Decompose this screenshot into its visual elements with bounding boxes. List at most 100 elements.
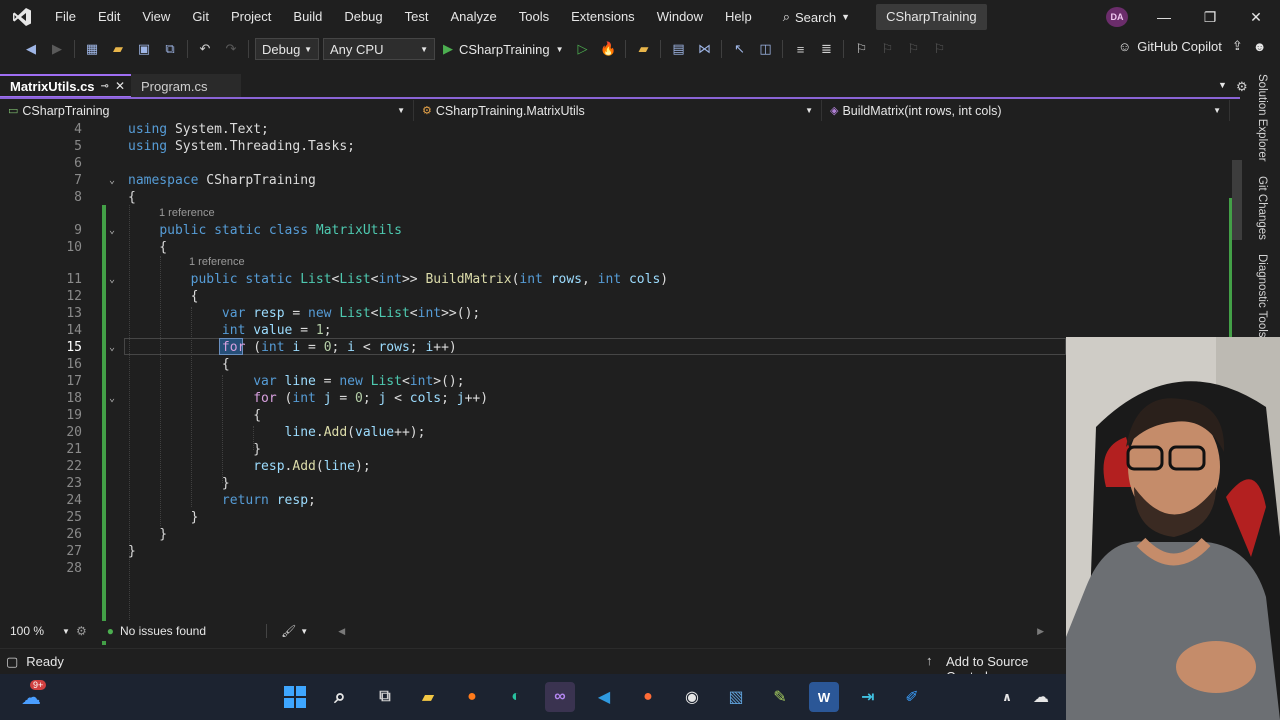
save-all-icon[interactable]: ⧉ bbox=[159, 38, 181, 60]
minimize-button[interactable]: — bbox=[1141, 0, 1187, 34]
solution-title[interactable]: CSharpTraining bbox=[876, 4, 987, 30]
member-dropdown[interactable]: ◈ BuildMatrix(int rows, int cols) ▼ bbox=[822, 100, 1230, 121]
solution-explorer-tab[interactable]: Solution Explorer bbox=[1256, 74, 1268, 162]
code-text[interactable]: public static List<List<int>> BuildMatri… bbox=[128, 271, 669, 288]
code-text[interactable]: { bbox=[128, 189, 136, 206]
code-text[interactable]: return resp; bbox=[128, 492, 316, 509]
new-project-icon[interactable]: ▦ bbox=[81, 38, 103, 60]
tab-matrixutils[interactable]: MatrixUtils.cs ⊸ ✕ bbox=[0, 74, 131, 98]
code-text[interactable]: for (int i = 0; i < rows; i++) bbox=[128, 339, 457, 356]
prev-bookmark-icon[interactable]: ⚐ bbox=[876, 38, 898, 60]
diagnostic-tools-tab[interactable]: Diagnostic Tools bbox=[1256, 254, 1268, 338]
code-line[interactable]: 11 ⌄ public static List<List<int>> BuildM… bbox=[0, 271, 1240, 288]
tab-overflow-icon[interactable]: ▼ bbox=[1218, 80, 1227, 90]
undo-icon[interactable]: ↶ bbox=[194, 38, 216, 60]
menu-file[interactable]: File bbox=[44, 0, 87, 34]
edge-icon[interactable]: ◐ bbox=[501, 682, 531, 712]
start-debugging-button[interactable]: ▶ CSharpTraining ▼ bbox=[437, 37, 569, 61]
next-bookmark-icon[interactable]: ⚐ bbox=[902, 38, 924, 60]
code-text[interactable]: } bbox=[128, 526, 167, 543]
open-folder-icon[interactable]: ▰ bbox=[107, 38, 129, 60]
code-text[interactable]: { bbox=[128, 356, 230, 373]
paint-icon[interactable]: ✐ bbox=[897, 682, 927, 712]
code-text[interactable]: public static class MatrixUtils bbox=[128, 222, 402, 239]
code-text[interactable]: var line = new List<int>(); bbox=[128, 373, 464, 390]
clear-bookmarks-icon[interactable]: ⚐ bbox=[928, 38, 950, 60]
firefox-icon[interactable]: ● bbox=[457, 682, 487, 712]
settings-gear-icon[interactable]: ⚙ bbox=[1236, 79, 1248, 95]
code-text[interactable]: for (int j = 0; j < cols; j++) bbox=[128, 390, 488, 407]
code-line[interactable]: 26 } bbox=[0, 526, 1240, 543]
code-line[interactable]: 9 ⌄ public static class MatrixUtils bbox=[0, 222, 1240, 239]
code-text[interactable]: { bbox=[128, 288, 199, 305]
menu-test[interactable]: Test bbox=[394, 0, 440, 34]
browse-folder-icon[interactable]: ▰ bbox=[632, 38, 654, 60]
codelens-class-references[interactable]: 1 reference bbox=[159, 207, 215, 219]
code-line[interactable]: 27} bbox=[0, 543, 1240, 560]
comment-icon[interactable]: ≡ bbox=[789, 38, 811, 60]
menu-analyze[interactable]: Analyze bbox=[439, 0, 507, 34]
close-window-button[interactable]: ✕ bbox=[1233, 0, 1279, 34]
code-line[interactable]: 21 } bbox=[0, 441, 1240, 458]
fold-toggle-icon[interactable]: ⌄ bbox=[109, 339, 119, 356]
notepad-plus-icon[interactable]: ✎ bbox=[765, 682, 795, 712]
code-text[interactable]: using System.Threading.Tasks; bbox=[128, 138, 355, 155]
fold-toggle-icon[interactable]: ⌄ bbox=[109, 390, 119, 407]
code-line[interactable]: 16 { bbox=[0, 356, 1240, 373]
azure-data-studio-icon[interactable]: ⇥ bbox=[853, 682, 883, 712]
code-line[interactable]: 18 ⌄ for (int j = 0; j < cols; j++) bbox=[0, 390, 1240, 407]
cleanup-brush-icon[interactable]: 🖌 bbox=[281, 624, 296, 638]
bookmark-icon[interactable]: ⚐ bbox=[850, 38, 872, 60]
github-desktop-icon[interactable]: ◉ bbox=[677, 682, 707, 712]
code-line[interactable]: 17 var line = new List<int>(); bbox=[0, 373, 1240, 390]
code-line[interactable]: 20 line.Add(value++); bbox=[0, 424, 1240, 441]
menu-window[interactable]: Window bbox=[646, 0, 714, 34]
code-text[interactable]: namespace CSharpTraining bbox=[128, 172, 316, 189]
code-line[interactable]: 14 int value = 1; bbox=[0, 322, 1240, 339]
menu-view[interactable]: View bbox=[131, 0, 181, 34]
restore-button[interactable]: ❐ bbox=[1187, 0, 1233, 34]
codelens-method-references[interactable]: 1 reference bbox=[189, 256, 245, 268]
navigate-back-icon[interactable]: ◀ bbox=[20, 38, 42, 60]
code-line[interactable]: 23 } bbox=[0, 475, 1240, 492]
redo-icon[interactable]: ↷ bbox=[220, 38, 242, 60]
type-dropdown[interactable]: ⚙ CSharpTraining.MatrixUtils ▼ bbox=[414, 100, 822, 121]
menu-edit[interactable]: Edit bbox=[87, 0, 131, 34]
vscode-icon[interactable]: ◀ bbox=[589, 682, 619, 712]
code-line[interactable]: 10 { bbox=[0, 239, 1240, 256]
layout-icon[interactable]: ▤ bbox=[667, 38, 689, 60]
code-text[interactable]: int value = 1; bbox=[128, 322, 332, 339]
visual-studio-logo-icon[interactable] bbox=[0, 0, 44, 34]
code-line[interactable]: 6 bbox=[0, 155, 1240, 172]
select-icon[interactable]: ↖ bbox=[728, 38, 750, 60]
code-text[interactable]: line.Add(value++); bbox=[128, 424, 426, 441]
code-line[interactable]: 12 { bbox=[0, 288, 1240, 305]
zoom-level[interactable]: 100 % bbox=[10, 624, 44, 638]
menu-debug[interactable]: Debug bbox=[333, 0, 393, 34]
fold-toggle-icon[interactable]: ⌄ bbox=[109, 172, 119, 189]
intellicode-icon[interactable]: ⚙ bbox=[76, 624, 87, 638]
code-line[interactable]: 8{ bbox=[0, 189, 1240, 206]
code-text[interactable]: { bbox=[128, 239, 167, 256]
hot-reload-icon[interactable]: 🔥 bbox=[597, 38, 619, 60]
code-line[interactable]: 15 ⌄ for (int i = 0; i < rows; i++) bbox=[0, 339, 1240, 356]
code-text[interactable]: } bbox=[128, 475, 230, 492]
fold-toggle-icon[interactable]: ⌄ bbox=[109, 271, 119, 288]
code-line[interactable]: 7 ⌄ namespace CSharpTraining bbox=[0, 172, 1240, 189]
code-text[interactable]: resp.Add(line); bbox=[128, 458, 370, 475]
issues-status[interactable]: No issues found bbox=[120, 624, 206, 638]
scroll-left-icon[interactable]: ◀ bbox=[338, 626, 345, 637]
project-dropdown[interactable]: ▭ CSharpTraining ▼ bbox=[0, 100, 414, 121]
output-window-icon[interactable]: ▢ bbox=[6, 654, 18, 670]
menu-extensions[interactable]: Extensions bbox=[560, 0, 646, 34]
save-icon[interactable]: ▣ bbox=[133, 38, 155, 60]
pin-icon[interactable]: ⊸ bbox=[101, 81, 109, 92]
task-view-icon[interactable]: ⧉ bbox=[370, 682, 400, 712]
remote-desktop-icon[interactable]: ▧ bbox=[721, 682, 751, 712]
git-changes-tab[interactable]: Git Changes bbox=[1256, 176, 1268, 240]
word-icon[interactable]: W bbox=[809, 682, 839, 712]
github-copilot-button[interactable]: ☺ GitHub Copilot ⇪ ☻ bbox=[1118, 38, 1266, 54]
code-text[interactable]: } bbox=[128, 509, 199, 526]
navigate-forward-icon[interactable]: ▶ bbox=[46, 38, 68, 60]
platform-select[interactable]: Any CPU ▼ bbox=[323, 38, 435, 60]
